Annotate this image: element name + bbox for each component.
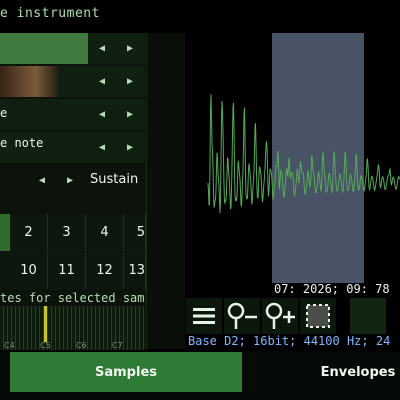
- decrease-button[interactable]: ◀: [32, 165, 52, 196]
- param-row-sustain[interactable]: ◀ ▶ Sustain: [0, 165, 145, 196]
- extra-tool-button[interactable]: [350, 298, 386, 334]
- waveform-view[interactable]: [186, 33, 400, 283]
- zoom-in-icon: [265, 302, 295, 329]
- menu-button[interactable]: [186, 298, 222, 334]
- zoom-in-button[interactable]: [262, 298, 298, 334]
- notes-for-sample-label: tes for selected sam: [0, 291, 145, 305]
- sample-number-11[interactable]: 11: [48, 252, 86, 289]
- octave-labels: C4 C5 C6 C7: [0, 341, 145, 351]
- sample-number-2[interactable]: 2: [10, 214, 48, 251]
- octave-label: C5: [40, 341, 51, 350]
- sample-number-13[interactable]: 13: [124, 252, 146, 289]
- increase-button[interactable]: ▶: [120, 99, 140, 130]
- select-icon: [306, 304, 330, 328]
- sample-info-status: Base D2; 16bit; 44100 Hz; 24: [188, 334, 391, 348]
- sample-number-10[interactable]: 10: [10, 252, 48, 289]
- octave-label: C4: [4, 341, 15, 350]
- bottom-tab-bar: Samples Envelopes: [0, 352, 400, 400]
- param-slider-fill: [0, 66, 60, 97]
- zoom-out-icon: [227, 302, 257, 329]
- increase-button[interactable]: ▶: [120, 132, 140, 163]
- sample-number-5[interactable]: 5: [124, 214, 146, 251]
- param-slider-fill: [0, 33, 88, 64]
- panel-splitter[interactable]: [146, 33, 185, 349]
- decrease-button[interactable]: ◀: [92, 99, 112, 130]
- param-row-volume[interactable]: ◀ ▶: [0, 33, 145, 64]
- increase-button[interactable]: ▶: [120, 33, 140, 64]
- waveform-graph: [207, 94, 400, 214]
- sustain-label[interactable]: Sustain: [90, 172, 138, 187]
- zoom-out-button[interactable]: [224, 298, 260, 334]
- selected-note-marker: [44, 306, 47, 342]
- increase-button[interactable]: ▶: [60, 165, 80, 196]
- param-row-label: e: [0, 106, 8, 120]
- sample-number-4[interactable]: 4: [86, 214, 124, 251]
- tab-envelopes[interactable]: Envelopes: [300, 352, 400, 392]
- sample-number-12[interactable]: 12: [86, 252, 124, 289]
- decrease-button[interactable]: ◀: [92, 66, 112, 97]
- param-row-label: e note: [0, 136, 44, 150]
- waveform-path: [207, 94, 400, 214]
- position-readout: 07: 2026; 09: 78: [274, 282, 390, 296]
- param-row-finetune[interactable]: e ◀ ▶: [0, 99, 145, 130]
- param-row-relative-note[interactable]: e note ◀ ▶: [0, 132, 145, 163]
- select-all-button[interactable]: [300, 298, 336, 334]
- param-row-panning[interactable]: ◀ ▶: [0, 66, 145, 97]
- sample-number-3[interactable]: 3: [48, 214, 86, 251]
- octave-label: C7: [112, 341, 123, 350]
- tab-samples[interactable]: Samples: [10, 352, 242, 392]
- decrease-button[interactable]: ◀: [92, 33, 112, 64]
- window-title: e instrument: [0, 6, 100, 21]
- decrease-button[interactable]: ◀: [92, 132, 112, 163]
- menu-icon: [193, 308, 215, 324]
- octave-label: C6: [76, 341, 87, 350]
- increase-button[interactable]: ▶: [120, 66, 140, 97]
